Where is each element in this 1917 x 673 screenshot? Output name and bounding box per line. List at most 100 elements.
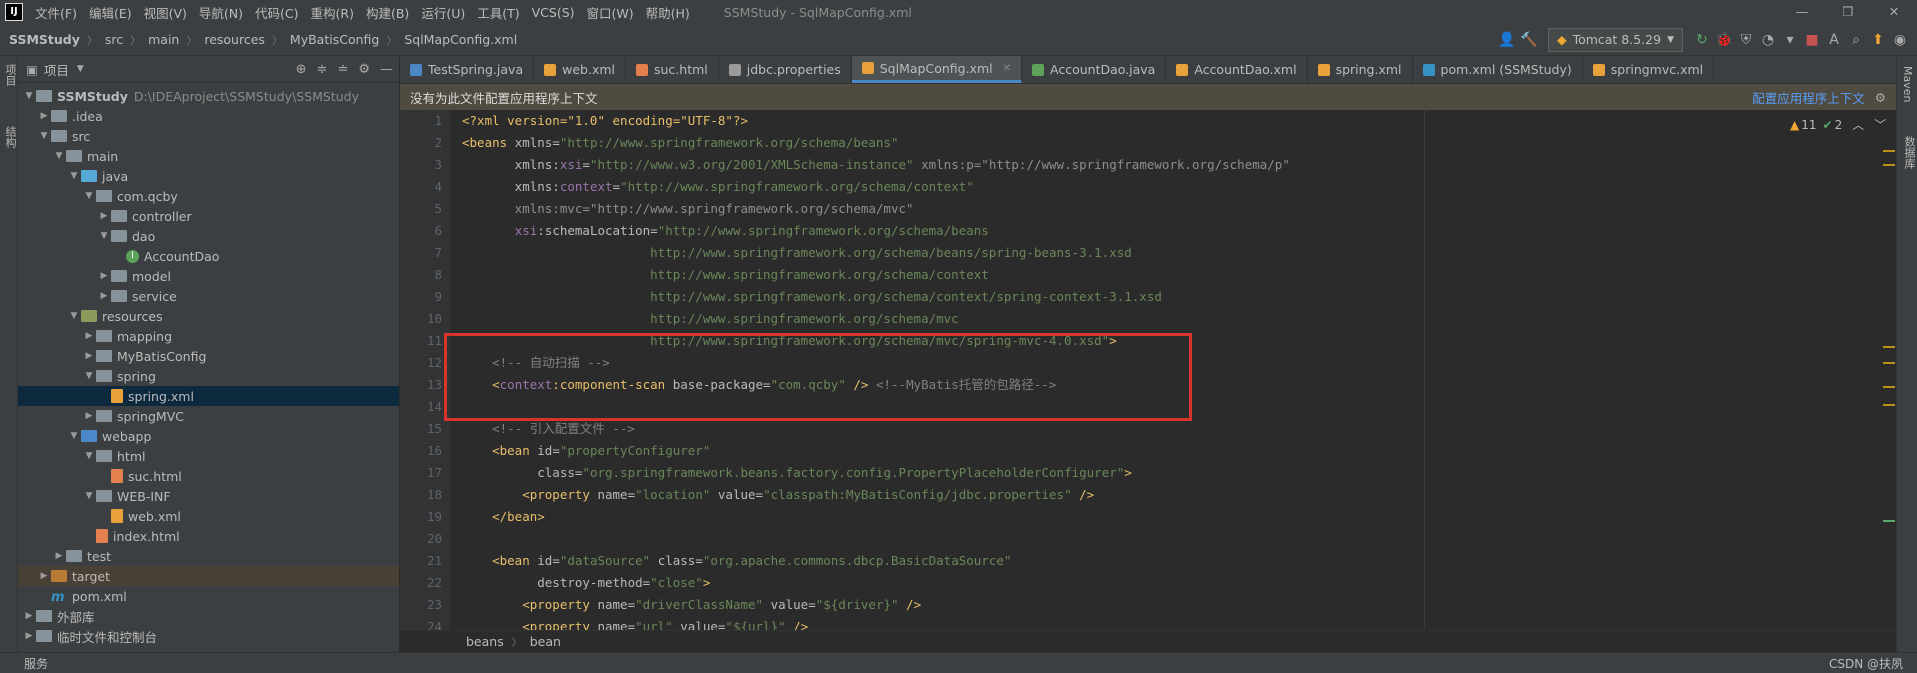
menu-item[interactable]: 编辑(E) — [83, 3, 138, 22]
editor-tab[interactable]: AccountDao.java — [1022, 56, 1167, 83]
tree-item[interactable]: web.xml — [18, 506, 399, 526]
breadcrumb-item[interactable]: MyBatisConfig — [287, 32, 382, 47]
tree-item[interactable]: ▶ target — [18, 566, 399, 586]
tree-item[interactable]: ▶ mapping — [18, 326, 399, 346]
tree-item[interactable]: ▼ html — [18, 446, 399, 466]
tree-item[interactable]: ▼ SSMStudy D:\IDEAproject\SSMStudy\SSMStud… — [18, 86, 399, 106]
tree-item[interactable]: ▶ 临时文件和控制台 — [18, 626, 399, 646]
rerun-icon[interactable]: ↻ — [1691, 32, 1713, 48]
editor-tab[interactable]: AccountDao.xml — [1166, 56, 1308, 83]
services-tool-button[interactable]: 服务 — [24, 655, 48, 672]
minimize-icon[interactable]: — — [1779, 0, 1825, 24]
maximize-icon[interactable]: ❐ — [1825, 0, 1871, 24]
more-run-icon[interactable]: ▾ — [1779, 32, 1801, 48]
menu-item[interactable]: 视图(V) — [138, 3, 193, 22]
stop-icon[interactable]: ■ — [1801, 32, 1823, 48]
gear-icon[interactable]: ⚙ — [358, 62, 370, 77]
update-icon[interactable]: ⬆ — [1867, 32, 1889, 48]
tree-item[interactable]: ▼ resources — [18, 306, 399, 326]
close-tab-icon[interactable]: ✕ — [1003, 63, 1011, 74]
menu-item[interactable]: 工具(T) — [471, 3, 525, 22]
tree-item[interactable]: ▼ com.qcby — [18, 186, 399, 206]
run-configuration-select[interactable]: ◆ Tomcat 8.5.29 ▼ — [1547, 27, 1683, 52]
locate-icon[interactable]: ⊕ — [296, 62, 307, 77]
coverage-icon[interactable]: ⛨ — [1735, 32, 1757, 48]
chevron-right-icon[interactable]: ▶ — [82, 351, 96, 361]
editor-tab[interactable]: TestSpring.java — [400, 56, 535, 83]
chevron-right-icon[interactable]: ▶ — [37, 111, 51, 121]
tree-item[interactable]: ▶ springMVC — [18, 406, 399, 426]
translate-icon[interactable]: A — [1823, 32, 1845, 48]
menu-item[interactable]: VCS(S) — [526, 5, 581, 20]
hide-icon[interactable]: — — [380, 62, 393, 77]
chevron-down-icon[interactable]: ﹀ — [1874, 116, 1886, 133]
tree-item[interactable]: ▶ .idea — [18, 106, 399, 126]
project-tool-button[interactable]: 项目 — [2, 64, 18, 86]
tree-item[interactable]: m pom.xml — [18, 586, 399, 606]
chevron-down-icon[interactable]: ▼ — [82, 191, 96, 201]
menu-item[interactable]: 帮助(H) — [640, 3, 696, 22]
chevron-right-icon[interactable]: ▶ — [82, 331, 96, 341]
tree-item[interactable]: ▶ model — [18, 266, 399, 286]
tree-item[interactable]: ▼ src — [18, 126, 399, 146]
breadcrumb-item[interactable]: src — [102, 32, 126, 47]
expand-all-icon[interactable]: ≑ — [317, 62, 328, 77]
user-icon[interactable]: 👤 — [1496, 32, 1518, 48]
search-icon[interactable]: ⌕ — [1845, 32, 1867, 48]
editor-crumb-beans[interactable]: beans — [466, 634, 504, 649]
tree-item[interactable]: spring.xml — [18, 386, 399, 406]
menu-item[interactable]: 运行(U) — [415, 3, 471, 22]
tree-item[interactable]: ▼ spring — [18, 366, 399, 386]
configure-context-link[interactable]: 配置应用程序上下文 — [1752, 88, 1875, 107]
chevron-down-icon[interactable]: ▼ — [82, 371, 96, 381]
menu-item[interactable]: 代码(C) — [249, 3, 304, 22]
chevron-down-icon[interactable]: ▼ — [37, 131, 51, 141]
chevron-right-icon[interactable]: ▶ — [82, 411, 96, 421]
tree-item[interactable]: ▼ main — [18, 146, 399, 166]
tree-item[interactable]: ▶ test — [18, 546, 399, 566]
close-icon[interactable]: ✕ — [1871, 0, 1917, 24]
chevron-down-icon[interactable]: ▼ — [67, 311, 81, 321]
profile-icon[interactable]: ◔ — [1757, 32, 1779, 48]
editor-tab[interactable]: suc.html — [626, 56, 719, 83]
tree-item[interactable]: I AccountDao — [18, 246, 399, 266]
editor-tab[interactable]: SqlMapConfig.xml ✕ — [851, 56, 1022, 83]
breadcrumb-item[interactable]: SSMStudy — [6, 32, 83, 47]
breadcrumb-item[interactable]: main — [145, 32, 182, 47]
database-tool-button[interactable]: 数据库 — [1901, 136, 1917, 169]
chevron-right-icon[interactable]: ▶ — [37, 571, 51, 581]
collapse-all-icon[interactable]: ≐ — [337, 62, 348, 77]
chevron-down-icon[interactable]: ▼ — [52, 151, 66, 161]
tree-item[interactable]: ▶ service — [18, 286, 399, 306]
debug-icon[interactable]: 🐞 — [1713, 32, 1735, 48]
editor-tab[interactable]: pom.xml (SSMStudy) — [1413, 56, 1583, 83]
tree-item[interactable]: suc.html — [18, 466, 399, 486]
tree-item[interactable]: index.html — [18, 526, 399, 546]
chevron-right-icon[interactable]: ▶ — [97, 211, 111, 221]
chevron-right-icon[interactable]: ▶ — [52, 551, 66, 561]
chevron-right-icon[interactable]: ▶ — [22, 631, 36, 641]
chevron-down-icon[interactable]: ▼ — [67, 431, 81, 441]
tree-item[interactable]: ▼ dao — [18, 226, 399, 246]
chevron-down-icon[interactable]: ▼ — [67, 171, 81, 181]
chevron-down-icon[interactable]: ▼ — [82, 451, 96, 461]
editor-tab[interactable]: springmvc.xml — [1583, 56, 1715, 83]
chevron-down-icon[interactable]: ▼ — [22, 91, 36, 101]
editor-tab[interactable]: spring.xml — [1308, 56, 1413, 83]
tree-item[interactable]: ▶ 外部库 — [18, 606, 399, 626]
chevron-right-icon[interactable]: ▶ — [97, 291, 111, 301]
ide-logo-icon[interactable]: ◉ — [1889, 32, 1911, 48]
editor-tab[interactable]: jdbc.properties — [719, 56, 852, 83]
build-hammer-icon[interactable]: 🔨 — [1518, 32, 1540, 48]
inspection-widget[interactable]: ▲ 11 ✔ 2 ︿ ﹀ — [1790, 116, 1886, 133]
menu-item[interactable]: 窗口(W) — [581, 3, 640, 22]
gear-icon[interactable]: ⚙ — [1875, 90, 1896, 105]
chevron-right-icon[interactable]: ▶ — [97, 271, 111, 281]
menu-item[interactable]: 构建(B) — [360, 3, 415, 22]
breadcrumb-item[interactable]: SqlMapConfig.xml — [401, 32, 520, 47]
maven-tool-button[interactable]: Maven — [1901, 66, 1914, 102]
tree-item[interactable]: ▼ WEB-INF — [18, 486, 399, 506]
menu-item[interactable]: 导航(N) — [193, 3, 249, 22]
editor-crumb-bean[interactable]: bean — [530, 634, 561, 649]
tree-item[interactable]: ▶ MyBatisConfig — [18, 346, 399, 366]
